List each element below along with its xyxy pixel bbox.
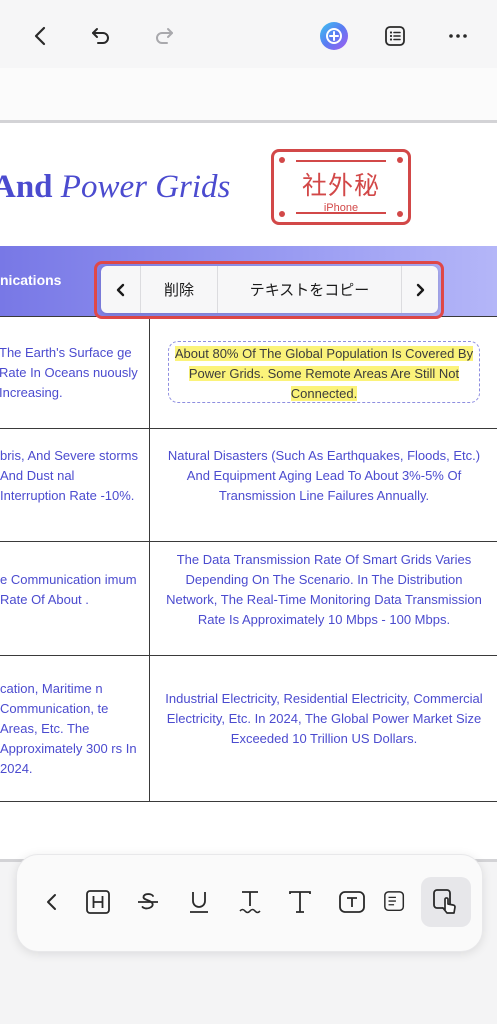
more-icon — [449, 34, 467, 38]
outline-button[interactable] — [377, 18, 413, 54]
stamp-line — [296, 160, 386, 162]
select-tool-icon — [433, 889, 456, 914]
chevron-left-icon — [116, 283, 124, 296]
page-title: And Power Grids — [0, 169, 230, 206]
context-next-button[interactable] — [402, 266, 438, 313]
stamp-sub-text: iPhone — [323, 202, 359, 214]
redo-button[interactable] — [146, 18, 182, 54]
context-menu: 削除 テキストをコピー — [101, 266, 438, 313]
chevron-left-icon — [34, 26, 46, 46]
text-icon — [289, 891, 311, 913]
top-toolbar — [0, 0, 497, 69]
table-cell-right: Natural Disasters (Such As Earthquakes, … — [167, 448, 481, 503]
underline-tool[interactable] — [182, 885, 216, 919]
table-header-left: nications — [0, 272, 62, 288]
undo-button[interactable] — [83, 18, 119, 54]
annotation-toolbar — [16, 854, 483, 952]
title-italic: Power Grids — [60, 169, 231, 205]
redo-icon — [156, 28, 173, 44]
squiggly-tool[interactable] — [233, 885, 267, 919]
undo-icon — [92, 28, 109, 44]
textbox-tool[interactable] — [335, 885, 369, 919]
back-button[interactable] — [23, 18, 59, 54]
stamp-dot — [397, 157, 403, 163]
table-cell-left: bris, And Severe storms And Dust nal Int… — [0, 448, 138, 503]
confidential-stamp[interactable]: 社外秘 iPhone — [271, 149, 411, 225]
stamp-main-text: 社外秘 — [301, 171, 380, 200]
strikethrough-tool[interactable] — [131, 885, 165, 919]
toolbar-back-button[interactable] — [35, 885, 69, 919]
chevron-right-icon — [416, 283, 425, 296]
callout-icon — [384, 891, 405, 912]
document-page: And Power Grids 社外秘 iPhone nications The… — [0, 120, 497, 862]
highlight-span: About 80% Of The Global Population Is Co… — [174, 346, 474, 401]
heading-tool[interactable] — [81, 885, 115, 919]
text-tool[interactable] — [283, 885, 317, 919]
context-prev-button[interactable] — [101, 266, 141, 313]
textbox-icon — [339, 891, 365, 913]
chevron-left-icon — [47, 894, 56, 910]
stamp-dot — [279, 157, 285, 163]
select-tool[interactable] — [429, 885, 463, 919]
table-cell-right: Industrial Electricity, Residential Elec… — [165, 691, 483, 746]
list-icon — [385, 26, 405, 46]
table-cell-left: cation, Maritime n Communication, te Are… — [0, 681, 137, 776]
more-button[interactable] — [440, 18, 476, 54]
table-cell-right: The Data Transmission Rate Of Smart Grid… — [166, 552, 482, 627]
page-gap — [0, 68, 497, 120]
table-cell-left: e Communication imum Rate Of About . — [0, 572, 137, 607]
underline-icon — [190, 892, 208, 913]
squiggly-underline-icon — [239, 891, 261, 914]
strikethrough-icon — [138, 893, 158, 910]
delete-button[interactable]: 削除 — [141, 266, 218, 313]
ai-assistant-button[interactable] — [316, 18, 352, 54]
copy-text-button[interactable]: テキストをコピー — [218, 266, 402, 313]
heading-icon — [86, 890, 110, 914]
callout-tool[interactable] — [383, 885, 407, 919]
table-cell-left: The Earth's Surface ge Rate In Oceans nu… — [0, 345, 138, 400]
title-bold: And — [0, 169, 53, 205]
ai-assistant-icon — [320, 22, 348, 50]
highlighted-text[interactable]: About 80% Of The Global Population Is Co… — [170, 344, 478, 404]
